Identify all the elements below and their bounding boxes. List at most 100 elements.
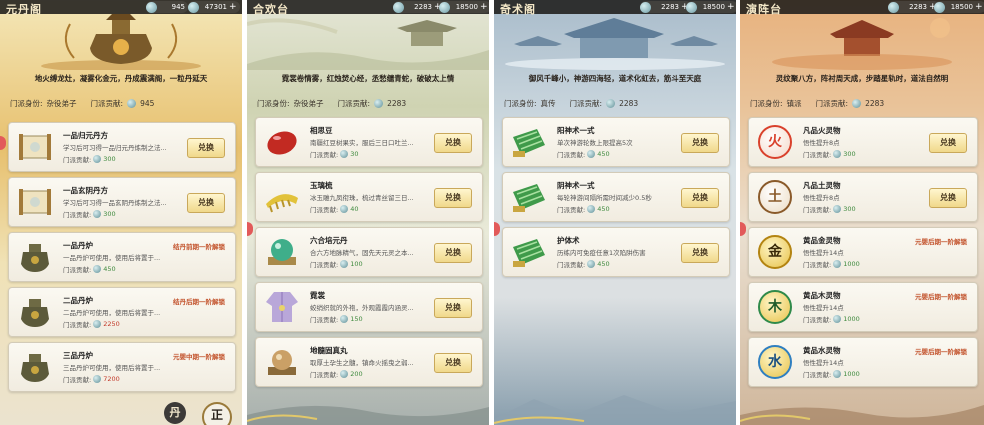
exchange-button[interactable]: 兑换 xyxy=(681,243,719,263)
exchange-button[interactable]: 兑换 xyxy=(187,138,225,158)
item-cost: 门派贡献: 200 xyxy=(310,369,363,379)
side-tab[interactable] xyxy=(740,222,746,236)
side-tab[interactable] xyxy=(494,222,500,236)
shop-item: 阴神术一式 每轮神游间隔所需时间减少0.5秒 门派贡献: 450 兑换 xyxy=(502,172,730,222)
cost-label: 门派贡献: xyxy=(557,261,586,269)
jade-counter[interactable]: 18500 + xyxy=(686,1,736,13)
exchange-button[interactable]: 兑换 xyxy=(434,243,472,263)
contribution-icon xyxy=(340,315,349,323)
item-name: 阴神术一式 xyxy=(557,181,595,190)
contribution-icon xyxy=(127,99,137,108)
item-desc: 学习后可习得一品玄阴丹炼制之法... xyxy=(63,199,167,207)
panel-yuandan-pavilion: 元丹阁 945 47301 + 地火缚龙灶，凝雾化金元，丹成震满阁，一粒丹延天 … xyxy=(0,0,242,425)
exchange-button[interactable]: 兑换 xyxy=(681,188,719,208)
contribution-value: 2283 xyxy=(865,99,885,108)
contribution-counter[interactable]: 2283 + xyxy=(640,1,692,13)
sect-status: 门派身份: 杂役弟子 门派贡献: 2283 xyxy=(257,98,420,109)
pavilion-poem: 地火缚龙灶，凝雾化金元，丹成震满阁，一粒丹延天 xyxy=(34,74,208,83)
item-desc: 合六方地脉精气，固先天元灵之本... xyxy=(310,249,414,257)
scroll-icon xyxy=(19,134,51,160)
orb-icon xyxy=(268,239,296,265)
item-cost: 门派贡献: 450 xyxy=(63,264,116,274)
identity-label: 门派身份: xyxy=(504,99,537,108)
cost-label: 门派贡献: xyxy=(63,321,92,329)
side-tab[interactable] xyxy=(0,136,6,150)
shop-item: 玉璃梳 冰玉雕九凤衔珠，梳过青丝留三日... 门派贡献: 40 兑换 xyxy=(255,172,483,222)
shop-item: 霓裳 蛟绡织就的外袍，外观霞霞内涵灵... 门派贡献: 150 兑换 xyxy=(255,282,483,332)
shop-item-locked: 木 黄品木灵物 悟性提升14点 门派贡献: 1000 元婴后期一阶解锁 xyxy=(748,282,978,332)
contribution-value: 945 xyxy=(171,3,185,11)
element-glyph: 金 xyxy=(758,235,792,269)
cost-value: 450 xyxy=(597,150,610,158)
top-bar: 演阵台 2283 + 18500 + xyxy=(740,0,984,16)
exchange-button[interactable]: 兑换 xyxy=(434,188,472,208)
add-jade-icon[interactable]: + xyxy=(975,2,983,12)
shop-item: 一品归元丹方 学习后可习得一品归元丹炼制之法... 门派贡献: 300 兑换 xyxy=(8,122,236,172)
exchange-button[interactable]: 兑换 xyxy=(187,193,225,213)
jade-book-icon xyxy=(513,184,545,212)
cost-label: 门派贡献: xyxy=(63,266,92,274)
jade-counter[interactable]: 18500 + xyxy=(439,1,489,13)
comb-icon xyxy=(266,194,298,213)
item-desc: 蛟绡织就的外袍，外观霞霞内涵灵... xyxy=(310,304,414,312)
side-tab[interactable] xyxy=(247,222,253,236)
add-jade-icon[interactable]: + xyxy=(727,2,735,12)
sect-status: 门派身份: 杂役弟子 门派贡献: 945 xyxy=(10,98,168,109)
top-bar: 元丹阁 945 47301 + xyxy=(0,0,242,16)
identity-value: 杂役弟子 xyxy=(293,99,324,108)
contribution-counter[interactable]: 2283 + xyxy=(888,1,940,13)
contribution-value: 2283 xyxy=(661,3,679,11)
item-desc: 悟性提升14点 xyxy=(803,304,844,312)
exchange-button[interactable]: 兑换 xyxy=(434,298,472,318)
shop-item: 一品玄阴丹方 学习后可习得一品玄阴丹炼制之法... 门派贡献: 300 兑换 xyxy=(8,177,236,227)
exchange-button[interactable]: 兑换 xyxy=(681,133,719,153)
contribution-icon xyxy=(852,99,862,108)
contribution-icon xyxy=(340,370,349,378)
exchange-button[interactable]: 兑换 xyxy=(434,133,472,153)
water-element-icon: 水 xyxy=(755,343,795,381)
unlock-requirement: 结丹后期一阶解锁 xyxy=(173,298,225,306)
cost-value: 300 xyxy=(843,205,856,213)
cauldron-scene xyxy=(41,14,201,70)
contribution-icon xyxy=(393,1,404,13)
cost-value: 150 xyxy=(350,315,363,323)
exchange-button[interactable]: 兑换 xyxy=(929,133,967,153)
shop-item-locked: 水 黄品水灵物 悟性提升14点 门派贡献: 1000 元婴后期一阶解锁 xyxy=(748,337,978,387)
jade-counter[interactable]: 47301 + xyxy=(188,1,240,13)
cost-label: 门派贡献: xyxy=(310,261,339,269)
ground-decoration xyxy=(247,405,489,425)
contribution-label: 门派贡献: xyxy=(569,99,603,108)
cost-label: 门派贡献: xyxy=(63,376,92,384)
ground-decoration xyxy=(740,405,984,425)
shop-item: 六合培元丹 合六方地脉精气，固先天元灵之本... 门派贡献: 100 兑换 xyxy=(255,227,483,277)
item-name: 霓裳 xyxy=(310,291,325,300)
shop-item-locked: 二品丹炉 二品丹炉可使用，使用后将置于... 门派贡献: 2250 结丹后期一阶解… xyxy=(8,287,236,337)
contribution-icon xyxy=(833,150,842,158)
orthodox-button[interactable]: 正 xyxy=(202,402,232,425)
jade-counter[interactable]: 18500 + xyxy=(934,1,984,13)
cost-value: 450 xyxy=(597,260,610,268)
contribution-counter[interactable]: 2283 + xyxy=(393,1,445,13)
item-desc: 悟性提升8点 xyxy=(803,139,840,147)
exchange-button[interactable]: 兑换 xyxy=(434,353,472,373)
item-name: 黄品水灵物 xyxy=(803,346,841,355)
shop-item: 护体术 历练内可免疫任意1次陷阱伤害 门派贡献: 450 兑换 xyxy=(502,227,730,277)
alchemy-button[interactable]: 丹 xyxy=(164,402,186,424)
cost-value: 300 xyxy=(103,155,116,163)
item-name: 二品丹炉 xyxy=(63,296,93,305)
contribution-icon xyxy=(833,315,842,323)
item-name: 黄品木灵物 xyxy=(803,291,841,300)
cost-value: 300 xyxy=(843,150,856,158)
add-jade-icon[interactable]: + xyxy=(480,2,488,12)
item-cost: 门派贡献: 1000 xyxy=(803,259,860,269)
pavilion-title: 演阵台 xyxy=(746,3,782,16)
item-desc: 单次神游轮数上限提高5次 xyxy=(557,139,633,147)
exchange-button[interactable]: 兑换 xyxy=(929,188,967,208)
item-name: 一品归元丹方 xyxy=(63,131,108,140)
cost-label: 门派贡献: xyxy=(803,206,832,214)
item-desc: 冰玉雕九凤衔珠，梳过青丝留三日... xyxy=(310,194,414,202)
contribution-icon xyxy=(833,370,842,378)
add-jade-icon[interactable]: + xyxy=(229,2,237,12)
cost-label: 门派贡献: xyxy=(63,156,92,164)
contribution-icon xyxy=(93,375,102,383)
